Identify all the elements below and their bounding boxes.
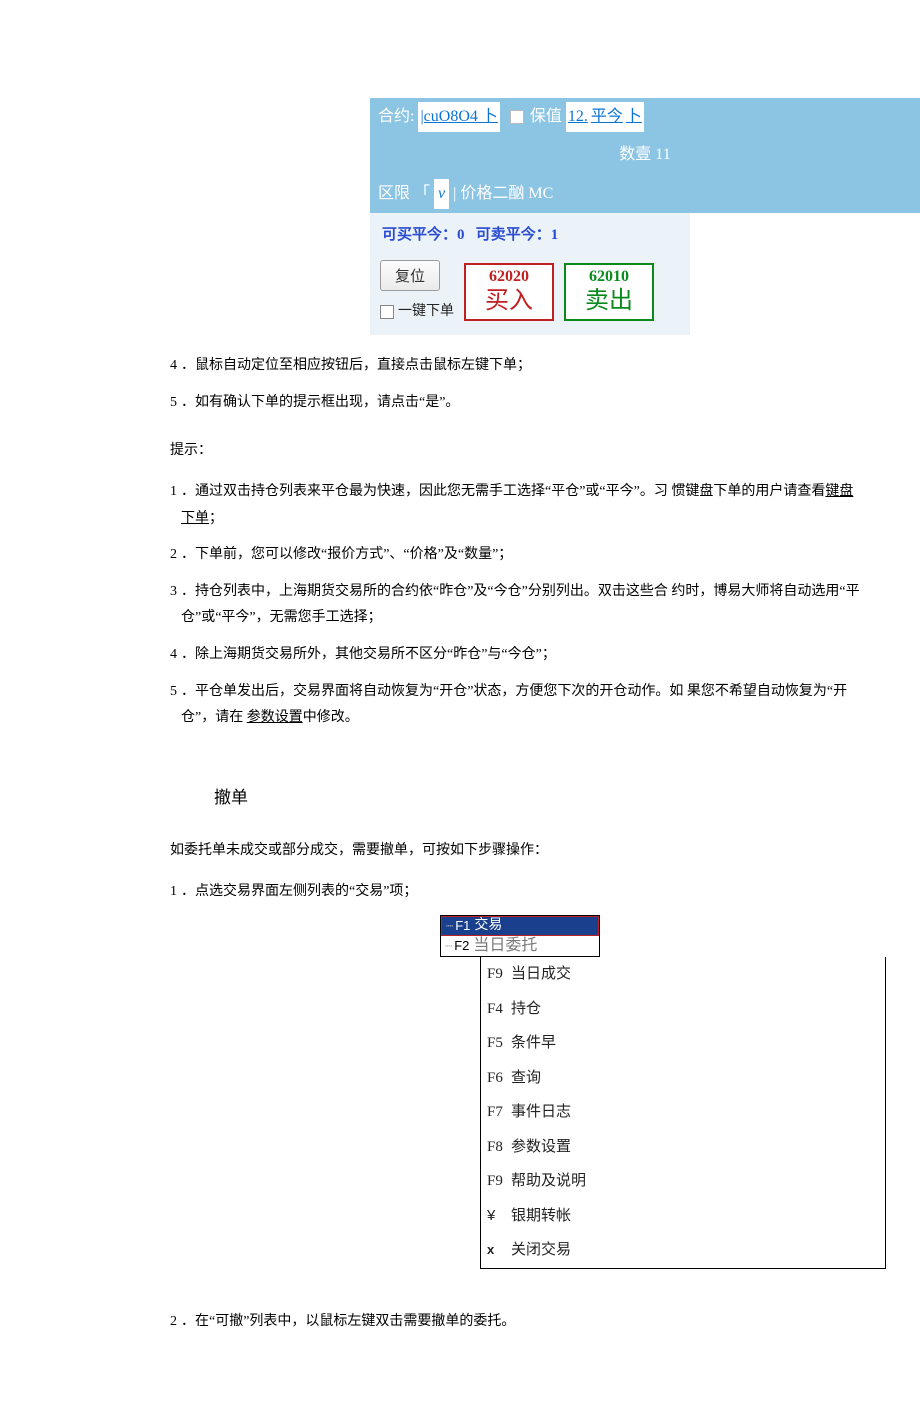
hint-text: ．通过双击持仓列表来平仓最为快速，因此您无需手工选择“平仓”或“平今”。习 惯键… xyxy=(181,479,860,532)
hedge-checkbox[interactable] xyxy=(510,110,524,124)
buy-label: 买入 xyxy=(466,287,552,316)
step-item: 4．鼠标自动定位至相应按钮后，直接点击鼠标左键下单； xyxy=(170,353,860,380)
hint-number: 4 xyxy=(170,642,177,669)
cancel-step: 2 ．在“可撤”列表中，以鼠标左键双击需要撤单的委托。 xyxy=(170,1309,860,1336)
hint-number: 1 xyxy=(170,479,177,532)
step-number: 4 xyxy=(170,353,177,380)
hedge-link: 12. xyxy=(568,102,588,132)
menu-key: F9 xyxy=(487,960,511,989)
menu-item[interactable]: F9帮助及说明 xyxy=(481,1164,885,1199)
chevron-down-icon: 卜 xyxy=(626,102,642,132)
step-text: ．如有确认下单的提示框出现，请点击“是”。 xyxy=(181,390,459,417)
hints-heading: 提示： xyxy=(170,438,860,465)
step-number: 1 xyxy=(170,879,177,906)
close-today-dropdown[interactable]: 12. 平今 卜 xyxy=(566,102,644,132)
can-sell-today: 可卖平今：1 xyxy=(476,227,559,243)
step-text: ．鼠标自动定位至相应按钮后，直接点击鼠标左键下单； xyxy=(181,353,531,380)
contract-dropdown[interactable]: |cuO8O4 卜 xyxy=(418,102,499,132)
menu-key: x xyxy=(487,1238,511,1263)
menu-key: F9 xyxy=(487,1167,511,1196)
menu-label: 当日委托 xyxy=(473,931,537,961)
one-click-checkbox[interactable]: 一键下单 xyxy=(380,299,454,326)
menu-label: 当日成交 xyxy=(511,966,571,982)
menu-label: 查询 xyxy=(511,1070,541,1086)
menu-top-box: ┈ F1 交易 ┈ F2 当日委托 xyxy=(440,915,600,957)
menu-key: F7 xyxy=(487,1098,511,1127)
close-today-label: 平今 xyxy=(591,102,623,132)
menu-key: ¥ xyxy=(487,1202,511,1231)
available-row: 可买平今：0 可卖平今：1 xyxy=(380,219,680,260)
menu-item[interactable]: F6查询 xyxy=(481,1061,885,1096)
menu-item-today-orders[interactable]: ┈ F2 当日委托 xyxy=(441,936,599,956)
contract-row: 合约: |cuO8O4 卜 保值 12. 平今 卜 xyxy=(370,98,920,136)
qty-row: 数壹 11 xyxy=(370,136,920,174)
step-text: ．在“可撤”列表中，以鼠标左键双击需要撤单的委托。 xyxy=(181,1309,515,1336)
hint-item: 2．下单前，您可以修改“报价方式”、“价格”及“数量”； xyxy=(170,542,860,569)
tree-icon: ┈ xyxy=(445,935,452,958)
menu-label: 条件早 xyxy=(511,1035,556,1051)
menu-key: F4 xyxy=(487,995,511,1024)
price-row: 区限 「 v | 价格二酗 MC xyxy=(370,175,920,213)
menu-item[interactable]: F5条件早 xyxy=(481,1026,885,1061)
hint-text: ．平仓单发出后，交易界面将自动恢复为“开仓”状态，方便您下次的开仓动作。如 果您… xyxy=(181,679,860,732)
hint-item: 5．平仓单发出后，交易界面将自动恢复为“开仓”状态，方便您下次的开仓动作。如 果… xyxy=(170,679,860,732)
checkbox-icon xyxy=(380,305,394,319)
menu-label: 帮助及说明 xyxy=(511,1173,586,1189)
cancel-intro: 如委托单未成交或部分成交，需要撤单，可按如下步骤操作： xyxy=(170,838,860,865)
step-number: 2 xyxy=(170,1309,177,1336)
buy-price: 62020 xyxy=(466,267,552,286)
menu-item[interactable]: ¥银期转帐 xyxy=(481,1199,885,1234)
qty-label: 数壹 11 xyxy=(619,140,670,170)
menu-label: 参数设置 xyxy=(511,1139,571,1155)
order-action-panel: 可买平今：0 可卖平今：1 复位 一键下单 62020 买入 62010 xyxy=(370,213,690,335)
order-panel: 合约: |cuO8O4 卜 保值 12. 平今 卜 数壹 11 区限 「 v |… xyxy=(370,98,920,335)
hint-text: ．持仓列表中，上海期货交易所的合约依“昨仓”及“今仓”分别列出。双击这些合 约时… xyxy=(181,579,860,632)
hint-number: 2 xyxy=(170,542,177,569)
link-text[interactable]: 参数设置 xyxy=(247,710,303,725)
sidebar-menu-illustration: ┈ F1 交易 ┈ F2 当日委托 F9当日成交F4持仓F5条件早F6查询F7事… xyxy=(440,915,860,1269)
contract-value: |cuO8O4 卜 xyxy=(420,102,497,132)
reset-button[interactable]: 复位 xyxy=(380,260,440,291)
sell-price: 62010 xyxy=(566,267,652,286)
menu-label: 关闭交易 xyxy=(511,1242,571,1258)
fkey-label: F2 xyxy=(454,934,469,959)
menu-item[interactable]: F7事件日志 xyxy=(481,1095,885,1130)
contract-label: 合约: xyxy=(378,102,414,132)
menu-label: 银期转帐 xyxy=(511,1208,571,1224)
price-label: 价格二酗 MC xyxy=(460,179,553,209)
menu-item[interactable]: F4持仓 xyxy=(481,992,885,1027)
menu-key: F5 xyxy=(487,1029,511,1058)
can-buy-today: 可买平今：0 xyxy=(382,227,465,243)
menu-list-box: F9当日成交F4持仓F5条件早F6查询F7事件日志F8参数设置F9帮助及说明¥银… xyxy=(480,957,886,1269)
menu-label: 持仓 xyxy=(511,1001,541,1017)
document-body: 4．鼠标自动定位至相应按钮后，直接点击鼠标左键下单；5．如有确认下单的提示框出现… xyxy=(170,353,860,1335)
link-text[interactable]: 键盘下单 xyxy=(181,484,853,526)
step-text: ．点选交易界面左侧列表的“交易”项； xyxy=(181,879,417,906)
menu-item[interactable]: F8参数设置 xyxy=(481,1130,885,1165)
hint-text: ．除上海期货交易所外，其他交易所不区分“昨仓”与“今仓”； xyxy=(181,642,556,669)
menu-item[interactable]: F9当日成交 xyxy=(481,957,885,992)
price-mode-dropdown[interactable]: v xyxy=(434,179,449,209)
one-click-label: 一键下单 xyxy=(398,299,454,326)
hint-text: ．下单前，您可以修改“报价方式”、“价格”及“数量”； xyxy=(181,542,512,569)
hint-number: 5 xyxy=(170,679,177,732)
sell-label: 卖出 xyxy=(566,287,652,316)
hedge-label: 保值 xyxy=(530,102,562,132)
step-item: 5．如有确认下单的提示框出现，请点击“是”。 xyxy=(170,390,860,417)
hint-item: 1．通过双击持仓列表来平仓最为快速，因此您无需手工选择“平仓”或“平今”。习 惯… xyxy=(170,479,860,532)
hint-item: 3．持仓列表中，上海期货交易所的合约依“昨仓”及“今仓”分别列出。双击这些合 约… xyxy=(170,579,860,632)
menu-key: F8 xyxy=(487,1133,511,1162)
buy-button[interactable]: 62020 买入 xyxy=(464,263,554,321)
cancel-step: 1 ．点选交易界面左侧列表的“交易”项； xyxy=(170,879,860,906)
limit-label: 区限 xyxy=(378,179,410,209)
cancel-heading: 撤单 xyxy=(214,782,860,814)
menu-key: F6 xyxy=(487,1064,511,1093)
hint-item: 4．除上海期货交易所外，其他交易所不区分“昨仓”与“今仓”； xyxy=(170,642,860,669)
menu-label: 事件日志 xyxy=(511,1104,571,1120)
hint-number: 3 xyxy=(170,579,177,632)
step-number: 5 xyxy=(170,390,177,417)
menu-item[interactable]: x关闭交易 xyxy=(481,1233,885,1268)
sell-button[interactable]: 62010 卖出 xyxy=(564,263,654,321)
